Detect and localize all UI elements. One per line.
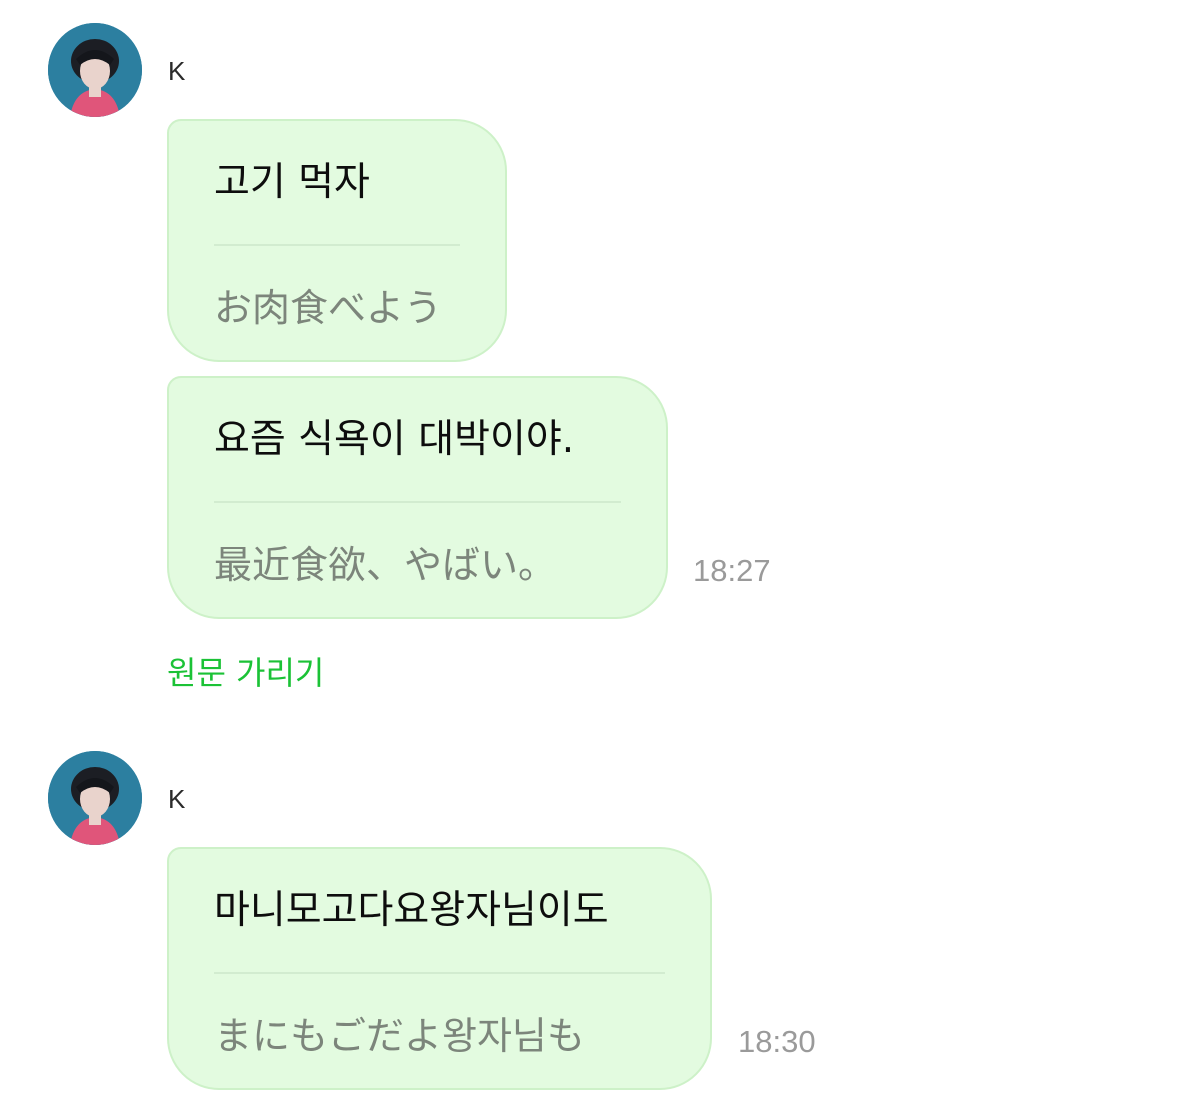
sender-name: K [168, 784, 186, 814]
message-bubble[interactable]: 마니모고다요왕자님이도 まにもごだよ왕자님も [167, 847, 712, 1090]
message-bubble[interactable]: 요즘 식욕이 대박이야. 最近食欲、やばい。 [167, 376, 668, 619]
original-text: 마니모고다요왕자님이도 [214, 888, 609, 933]
avatar[interactable] [48, 23, 142, 117]
hide-original-link[interactable]: 원문 가리기 [167, 648, 324, 694]
profile-photo-icon [48, 23, 142, 117]
message-timestamp: 18:27 [693, 553, 771, 588]
translated-text: まにもごだよ왕자님も [214, 1014, 585, 1058]
divider [214, 972, 665, 974]
message-bubble[interactable]: 고기 먹자 お肉食べよう [167, 119, 507, 362]
profile-photo-icon [48, 751, 142, 845]
sender-name: K [168, 56, 186, 86]
translated-text: 最近食欲、やばい。 [214, 543, 557, 587]
avatar[interactable] [48, 751, 142, 845]
message-timestamp: 18:30 [738, 1024, 816, 1059]
original-text: 요즘 식욕이 대박이야. [214, 417, 575, 462]
original-text: 고기 먹자 [214, 160, 370, 205]
translated-text: お肉食べよう [214, 286, 443, 330]
divider [214, 244, 460, 246]
divider [214, 501, 621, 503]
